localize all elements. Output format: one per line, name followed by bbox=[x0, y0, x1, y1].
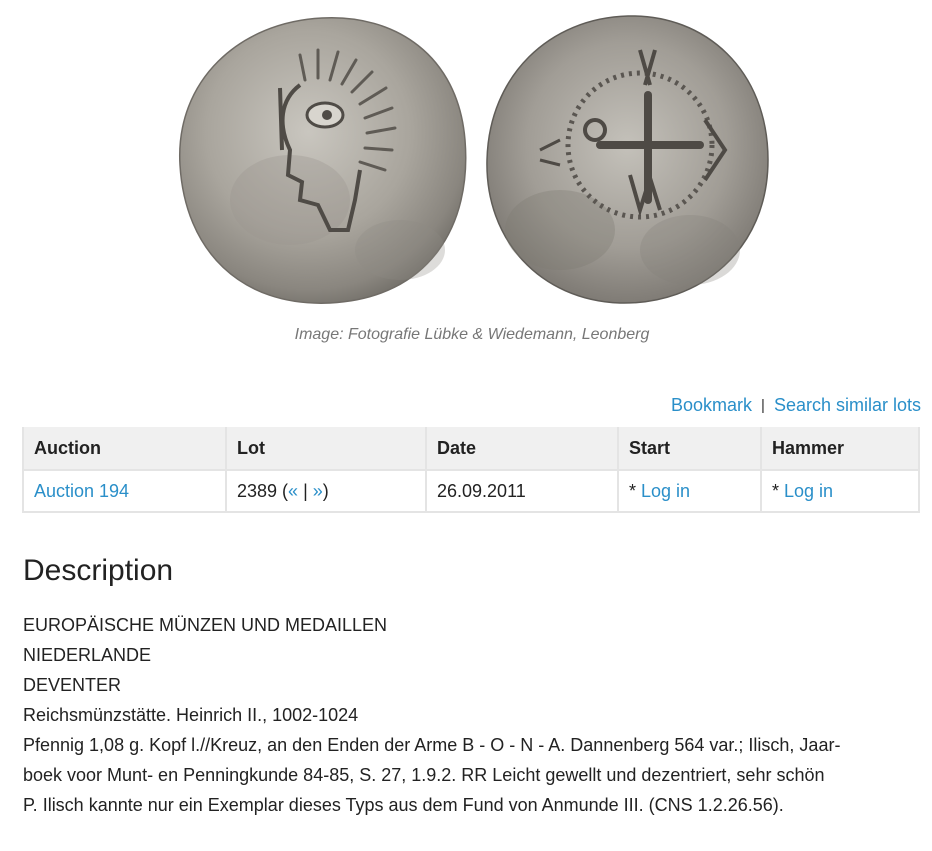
coin-reverse bbox=[486, 15, 769, 304]
actions-separator: | bbox=[761, 397, 765, 414]
start-login-link[interactable]: Log in bbox=[641, 481, 690, 501]
start-prefix: * bbox=[629, 480, 642, 501]
hammer-cell: * Log in bbox=[760, 469, 920, 513]
description-body: EUROPÄISCHE MÜNZEN UND MEDAILLEN NIEDERL… bbox=[23, 610, 923, 820]
lot-table-header-row: Auction Lot Date Start Hammer bbox=[22, 427, 920, 471]
lot-cell: 2389 (« | ») bbox=[225, 469, 427, 513]
description-line: NIEDERLANDE bbox=[23, 645, 152, 665]
description-line: EUROPÄISCHE MÜNZEN UND MEDAILLEN bbox=[23, 615, 388, 635]
column-header-hammer: Hammer bbox=[760, 427, 920, 471]
bookmark-link[interactable]: Bookmark bbox=[671, 395, 752, 415]
column-header-start: Start bbox=[617, 427, 762, 471]
lot-actions: Bookmark | Search similar lots bbox=[671, 395, 921, 416]
table-row: Auction 194 2389 (« | ») 26.09.2011 * Lo… bbox=[22, 469, 920, 513]
search-similar-lots-link[interactable]: Search similar lots bbox=[774, 395, 921, 415]
description-line: DEVENTER bbox=[23, 675, 122, 695]
previous-lot-link[interactable]: « bbox=[288, 481, 298, 501]
description-line: Reichsmünzstätte. Heinrich II., 1002-102… bbox=[23, 705, 359, 725]
column-header-auction: Auction bbox=[22, 427, 227, 471]
date-cell: 26.09.2011 bbox=[425, 469, 619, 513]
description-line: P. Ilisch kannte nur ein Exemplar dieses… bbox=[23, 795, 784, 815]
column-header-lot: Lot bbox=[225, 427, 427, 471]
coin-obverse bbox=[179, 17, 467, 304]
image-caption: Image: Fotografie Lübke & Wiedemann, Leo… bbox=[294, 326, 650, 343]
description-line: Pfennig 1,08 g. Kopf l.//Kreuz, an den E… bbox=[23, 735, 841, 755]
lot-nav-close: ) bbox=[322, 480, 329, 501]
next-lot-link[interactable]: » bbox=[313, 481, 323, 501]
lot-page: Image: Fotografie Lübke & Wiedemann, Leo… bbox=[0, 0, 932, 851]
column-header-date: Date bbox=[425, 427, 619, 471]
lot-nav-open: ( bbox=[277, 480, 289, 501]
hammer-login-link[interactable]: Log in bbox=[784, 481, 833, 501]
lot-table: Auction Lot Date Start Hammer Auction 19… bbox=[22, 427, 920, 513]
description-heading: Description bbox=[23, 554, 174, 587]
lot-number: 2389 bbox=[237, 480, 278, 501]
hammer-prefix: * bbox=[772, 480, 785, 501]
auction-link[interactable]: Auction 194 bbox=[34, 481, 129, 501]
description-line: boek voor Munt- en Penningkunde 84-85, S… bbox=[23, 765, 825, 785]
start-cell: * Log in bbox=[617, 469, 762, 513]
auction-cell: Auction 194 bbox=[22, 469, 227, 513]
coin-image bbox=[0, 0, 932, 320]
lot-nav-separator: | bbox=[298, 480, 313, 501]
